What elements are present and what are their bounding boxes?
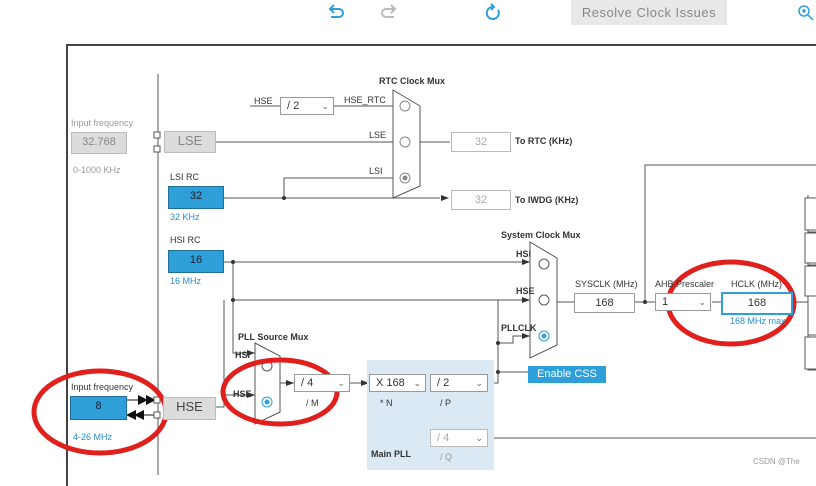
to-iwdg-label: To IWDG (KHz) [515, 195, 579, 205]
hclk-label: HCLK (MHz) [731, 279, 782, 289]
lse-block[interactable]: LSE [164, 131, 216, 153]
pll-source-mux-title: PLL Source Mux [238, 332, 309, 342]
main-pll-title: Main PLL [371, 449, 411, 459]
chevron-down-icon: ⌄ [413, 378, 421, 388]
sys-hse-label: HSE [516, 286, 535, 296]
lsi-rc-title: LSI RC [170, 172, 200, 182]
system-clock-mux-title: System Clock Mux [501, 230, 581, 240]
iwdg-output-field[interactable]: 32 [451, 190, 511, 210]
chevron-down-icon: ⌄ [698, 297, 706, 307]
lsi-rc-value[interactable]: 32 [168, 186, 224, 209]
hse-range-label: 4-26 MHz [73, 432, 113, 442]
hse-input-frequency-label: Input frequency [71, 382, 134, 392]
rtc-hse-label: HSE [254, 96, 273, 106]
lse-range-label: 0-1000 KHz [73, 165, 121, 175]
pll-n-label: * N [380, 398, 393, 408]
rtc-clock-mux-title: RTC Clock Mux [379, 76, 446, 86]
pll-src-hse-label: HSE [233, 389, 252, 399]
hse-rtc-label: HSE_RTC [344, 95, 386, 105]
hse-rtc-divider-select[interactable]: / 2 ⌄ [280, 97, 334, 115]
chevron-down-icon: ⌄ [475, 378, 483, 388]
pll-src-hsi-label: HSI [235, 350, 251, 360]
pll-p-divider-select[interactable]: / 2 ⌄ [430, 374, 488, 392]
hse-frequency-field[interactable]: 8 [70, 396, 127, 420]
hclk-field[interactable]: 168 [721, 292, 793, 315]
sys-hsi-label: HSI [516, 249, 532, 259]
sysclk-label: SYSCLK (MHz) [575, 279, 638, 289]
lse-frequency-field[interactable]: 32.768 [71, 132, 127, 154]
watermark: CSDN @The [753, 457, 800, 466]
hsi-unit-label: 16 MHz [170, 276, 202, 286]
rtc-lsi-label: LSI [369, 166, 383, 176]
pll-q-label: / Q [440, 452, 453, 462]
pll-m-divider-select[interactable]: / 4 ⌄ [294, 374, 350, 392]
hsi-rc-value[interactable]: 16 [168, 250, 224, 273]
lsi-unit-label: 32 KHz [170, 212, 200, 222]
pll-p-label: / P [440, 398, 452, 408]
chevron-down-icon: ⌄ [337, 378, 345, 388]
sysclk-field[interactable]: 168 [574, 293, 635, 313]
pll-q-divider-select[interactable]: / 4 ⌄ [430, 429, 488, 447]
rtc-output-field[interactable]: 32 [451, 132, 511, 152]
to-rtc-label: To RTC (KHz) [515, 136, 573, 146]
pll-m-label: / M [306, 398, 319, 408]
hclk-max-label: 168 MHz max [730, 316, 786, 326]
enable-css-button[interactable]: Enable CSS [528, 366, 606, 383]
pll-n-multiplier-select[interactable]: X 168 ⌄ [369, 374, 426, 392]
rtc-lse-label: LSE [369, 130, 387, 140]
ahb-prescaler-label: AHB Prescaler [655, 279, 715, 289]
ahb-prescaler-select[interactable]: 1 ⌄ [655, 293, 711, 311]
hse-block[interactable]: HSE [163, 397, 216, 420]
chevron-down-icon: ⌄ [475, 433, 483, 443]
lse-input-frequency-label: Input frequency [71, 118, 134, 128]
chevron-down-icon: ⌄ [321, 101, 329, 111]
hsi-rc-title: HSI RC [170, 235, 201, 245]
sys-pllclk-label: PLLCLK [501, 323, 537, 333]
